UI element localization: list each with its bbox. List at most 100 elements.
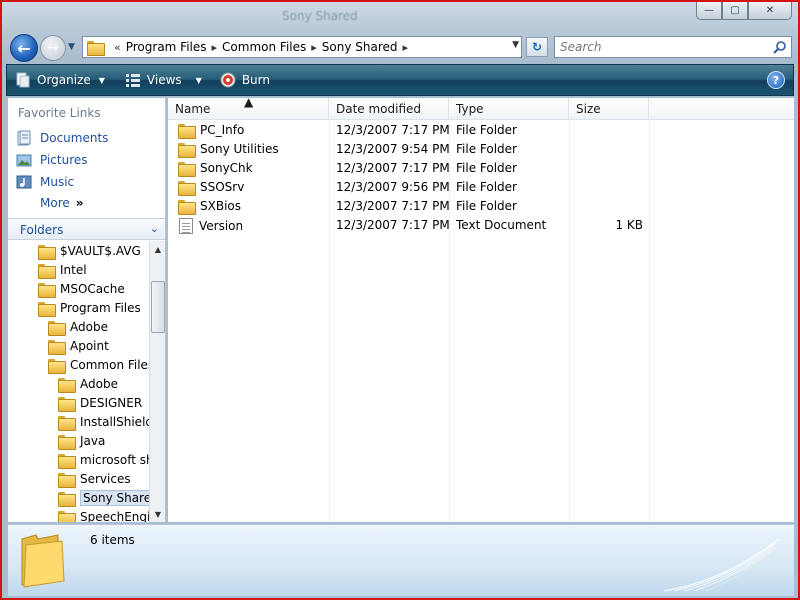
- folder-icon: [38, 263, 56, 279]
- search-box[interactable]: [554, 36, 792, 58]
- recent-pages-dropdown-icon[interactable]: ▼: [68, 42, 78, 52]
- file-type: File Folder: [456, 123, 517, 137]
- search-icon[interactable]: [773, 40, 787, 54]
- tree-item[interactable]: Program Files: [38, 298, 141, 317]
- column-header-type[interactable]: Type: [449, 98, 569, 120]
- breadcrumb-program-files[interactable]: Program Files: [126, 40, 207, 54]
- folder-tree-scrollbar[interactable]: ▲ ▼: [149, 241, 165, 522]
- address-row: ← → ▼ « Program Files ▸ Common Files ▸ S…: [2, 32, 798, 64]
- tree-item[interactable]: Adobe: [48, 317, 108, 336]
- favorite-more-link[interactable]: More »: [40, 196, 84, 210]
- tree-item[interactable]: microsoft sha: [58, 450, 149, 469]
- file-name-cell: Version: [178, 218, 243, 234]
- file-type: File Folder: [456, 199, 517, 213]
- tree-item[interactable]: DESIGNER: [58, 393, 142, 412]
- scroll-down-icon[interactable]: ▼: [150, 506, 166, 522]
- scroll-thumb[interactable]: [151, 281, 165, 333]
- organize-dropdown-icon: ▼: [98, 75, 105, 85]
- tree-item-label: $VAULT$.AVG: [60, 243, 141, 258]
- tree-item-label: Adobe: [70, 319, 108, 334]
- folder-icon: [58, 510, 76, 522]
- file-row[interactable]: SonyChk 12/3/2007 7:17 PM File Folder: [168, 159, 794, 178]
- tree-item[interactable]: Services: [58, 469, 131, 488]
- back-button[interactable]: ←: [10, 34, 38, 62]
- forward-arrow-icon: →: [47, 40, 59, 56]
- tree-item[interactable]: Common Files: [48, 355, 149, 374]
- title-bar[interactable]: Sony Shared — ▢ ✕: [2, 2, 798, 32]
- file-row[interactable]: SXBios 12/3/2007 7:17 PM File Folder: [168, 197, 794, 216]
- tree-item[interactable]: MSOCache: [38, 279, 125, 298]
- file-size: 1 KB: [615, 218, 643, 232]
- breadcrumb-overflow[interactable]: «: [114, 41, 121, 54]
- breadcrumb-common-files[interactable]: Common Files: [222, 40, 306, 54]
- address-dropdown-icon[interactable]: ▼: [512, 40, 519, 50]
- column-header-type-label: Type: [456, 102, 484, 116]
- favorite-pictures-label: Pictures: [40, 153, 88, 167]
- large-folder-icon: [21, 534, 65, 588]
- tree-item-label: SpeechEngin: [80, 509, 149, 523]
- breadcrumb-separator-icon[interactable]: ▸: [212, 41, 218, 54]
- tree-item-label: Adobe: [80, 376, 118, 391]
- tree-item[interactable]: Java: [58, 431, 105, 450]
- file-row[interactable]: PC_Info 12/3/2007 7:17 PM File Folder: [168, 121, 794, 140]
- file-row[interactable]: Sony Utilities 12/3/2007 9:54 PM File Fold…: [168, 140, 794, 159]
- favorite-documents[interactable]: Documents: [16, 130, 108, 146]
- views-dropdown-icon: ▼: [195, 75, 202, 85]
- more-chevron-icon: »: [75, 196, 84, 210]
- column-header-date-label: Date modified: [336, 102, 422, 116]
- back-arrow-icon: ←: [17, 38, 31, 58]
- refresh-icon: ↻: [531, 40, 543, 54]
- tree-item[interactable]: Apoint: [48, 336, 109, 355]
- forward-button[interactable]: →: [40, 35, 66, 61]
- folders-header[interactable]: Folders ⌄: [8, 218, 165, 240]
- decorative-swoosh: [663, 538, 780, 592]
- burn-label: Burn: [241, 73, 270, 87]
- music-icon: [16, 175, 32, 189]
- address-bar[interactable]: « Program Files ▸ Common Files ▸ Sony Sh…: [82, 36, 522, 58]
- text-document-icon: [179, 218, 193, 234]
- folder-icon: [178, 180, 196, 196]
- tree-item-label: Java: [80, 433, 106, 448]
- tree-item[interactable]: $VAULT$.AVG: [38, 241, 141, 260]
- burn-button[interactable]: Burn: [212, 67, 278, 93]
- maximize-button[interactable]: ▢: [722, 2, 748, 20]
- tree-item[interactable]: Sony Shared: [58, 488, 149, 507]
- tree-item-label: Common Files: [70, 357, 149, 372]
- tree-item[interactable]: InstallShield: [58, 412, 149, 431]
- breadcrumb-separator-icon[interactable]: ▸: [403, 41, 409, 54]
- views-button[interactable]: Views ▼: [117, 67, 210, 93]
- tree-item-label: Program Files: [60, 300, 141, 315]
- breadcrumb-separator-icon[interactable]: ▸: [311, 41, 317, 54]
- folder-icon: [178, 199, 196, 215]
- file-type: Text Document: [456, 218, 547, 232]
- column-header-size[interactable]: Size: [569, 98, 649, 120]
- file-name: Version: [199, 219, 244, 233]
- tree-item-label: microsoft sha: [80, 452, 149, 467]
- minimize-button[interactable]: —: [696, 2, 722, 20]
- file-row[interactable]: Version 12/3/2007 7:17 PM Text Document 1 K…: [168, 216, 794, 235]
- help-button[interactable]: ?: [767, 71, 785, 89]
- tree-item[interactable]: SpeechEngin: [58, 507, 149, 522]
- file-name-cell: PC_Info: [178, 123, 244, 139]
- file-name-cell: SSOSrv: [178, 180, 244, 196]
- scroll-up-icon[interactable]: ▲: [150, 241, 166, 257]
- folder-icon: [58, 415, 76, 431]
- tree-item-label: Sony Shared: [80, 489, 149, 506]
- tree-item[interactable]: Adobe: [58, 374, 118, 393]
- search-input[interactable]: [555, 37, 765, 57]
- column-header-date[interactable]: Date modified: [329, 98, 449, 120]
- tree-item-label: Services: [80, 471, 131, 486]
- refresh-button[interactable]: ↻: [526, 37, 548, 57]
- favorite-music[interactable]: Music: [16, 174, 74, 190]
- tree-item-label: Intel: [60, 262, 87, 277]
- organize-button[interactable]: Organize ▼: [7, 67, 113, 93]
- breadcrumb-sony-shared[interactable]: Sony Shared: [322, 40, 398, 54]
- file-row[interactable]: SSOSrv 12/3/2007 9:56 PM File Folder: [168, 178, 794, 197]
- close-button[interactable]: ✕: [748, 2, 792, 20]
- favorite-pictures[interactable]: Pictures: [16, 152, 88, 168]
- tree-item[interactable]: Intel: [38, 260, 87, 279]
- chevron-down-icon[interactable]: ⌄: [150, 222, 159, 235]
- column-header-name[interactable]: ▲ Name: [168, 95, 329, 120]
- file-list: ▲ Name Date modified Type Size PC_Info 12…: [168, 95, 794, 522]
- tree-item-label: MSOCache: [60, 281, 125, 296]
